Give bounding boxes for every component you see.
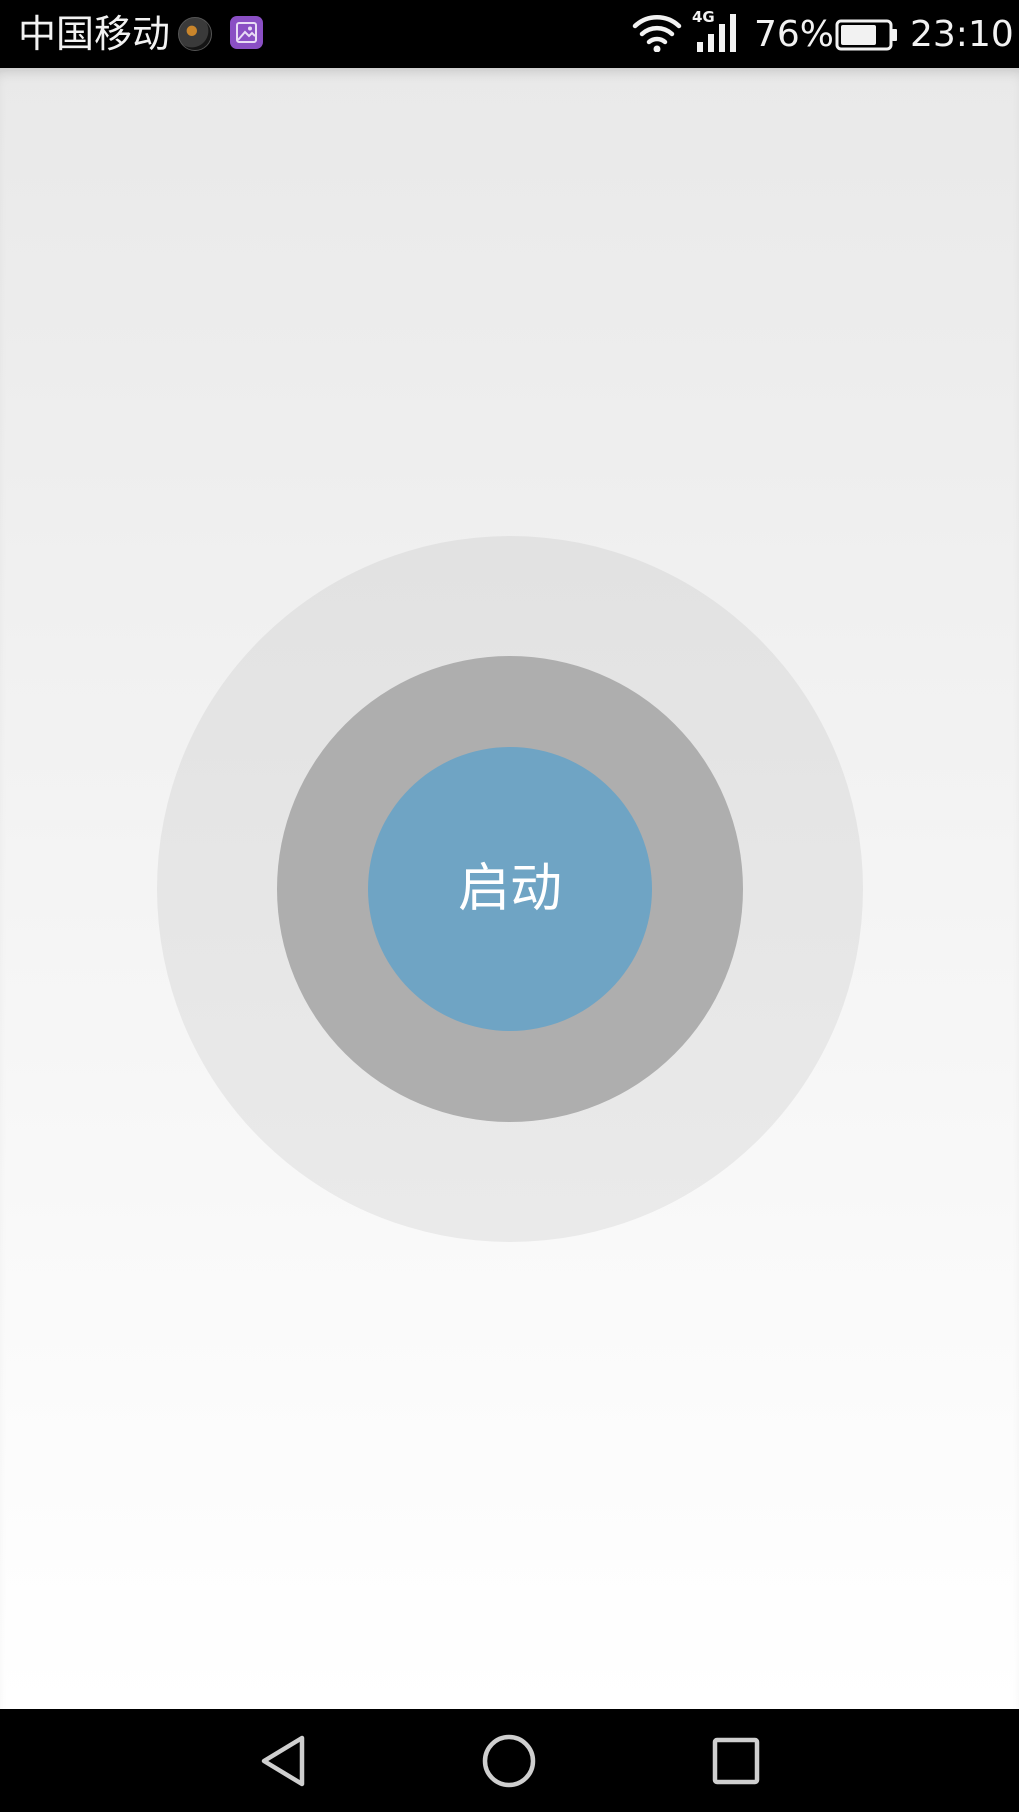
wifi-icon: [632, 15, 682, 52]
back-icon: [261, 1735, 305, 1786]
carrier-name: 中国移动: [18, 12, 171, 56]
home-icon: [482, 1734, 536, 1787]
home-button[interactable]: [454, 1709, 564, 1812]
main-content: 启动: [0, 68, 1019, 1709]
clock: 23:10: [910, 14, 1014, 55]
status-bar: 中国移动 4G 76% 23:10: [0, 0, 1019, 68]
start-button[interactable]: 启动: [368, 747, 652, 1031]
gallery-notification-icon: [230, 16, 263, 49]
signal-4g-icon: 4G: [692, 8, 736, 52]
start-button-label: 启动: [457, 859, 562, 919]
recent-apps-button[interactable]: [681, 1709, 791, 1812]
network-type-label: 4G: [692, 8, 715, 26]
battery-icon: [835, 19, 897, 51]
screen: 中国移动 4G 76% 23:10 启动: [0, 0, 1019, 1812]
battery-percent: 76%: [754, 14, 835, 55]
app-notification-icon: [178, 17, 212, 51]
navigation-bar: [0, 1709, 1019, 1812]
recent-apps-icon: [712, 1737, 760, 1784]
back-button[interactable]: [228, 1709, 338, 1812]
